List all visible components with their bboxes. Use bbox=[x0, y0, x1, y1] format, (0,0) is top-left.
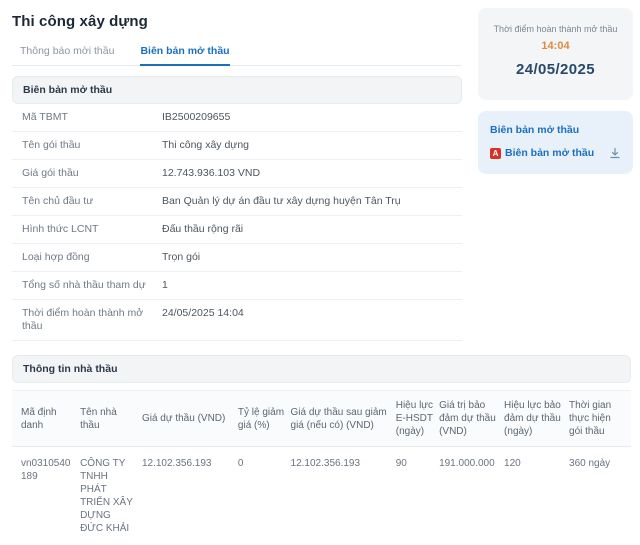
kv-row-ten-chu-dau-tu: Tên chủ đầu tư Ban Quản lý dự án đầu tư … bbox=[12, 188, 462, 216]
kv-label: Mã TBMT bbox=[22, 111, 162, 124]
contractors-table: Mã định danh Tên nhà thầu Giá dự thầu (V… bbox=[12, 390, 631, 545]
kv-value: 24/05/2025 14:04 bbox=[162, 307, 244, 320]
document-card-title: Biên bản mở thầu bbox=[490, 124, 621, 136]
col-gia-tri-bao-dam: Giá trị bảo đảm dự thầu (VND) bbox=[439, 391, 504, 447]
bid-record-document-card: Biên bản mở thầu A Biên bản mở thầu bbox=[478, 111, 633, 174]
kv-value: IB2500209655 bbox=[162, 111, 230, 124]
kv-row-ten-goi-thau: Tên gói thầu Thi công xây dựng bbox=[12, 132, 462, 160]
cell-ten-nha-thau: CÔNG TY TNHH PHÁT TRIỂN XÂY DỰNG ĐỨC KHẢ… bbox=[80, 447, 142, 545]
cell-ty-le-giam-gia: 0 bbox=[238, 447, 291, 545]
contractors-section: Thông tin nhà thầu Mã định danh Tên nhà … bbox=[0, 355, 640, 545]
kv-row-gia-goi-thau: Giá gói thầu 12.743.936.103 VND bbox=[12, 160, 462, 188]
kv-label: Tên chủ đầu tư bbox=[22, 195, 162, 208]
kv-value: Thi công xây dựng bbox=[162, 139, 249, 152]
kv-row-ma-tbmt: Mã TBMT IB2500209655 bbox=[12, 104, 462, 132]
col-ma-dinh-danh: Mã định danh bbox=[12, 391, 80, 447]
completion-date-value: 24/05/2025 bbox=[486, 61, 625, 78]
tab-bar: Thông báo mời thầu Biên bản mở thầu bbox=[12, 41, 462, 66]
bid-record-section-header: Biên bản mở thầu bbox=[12, 76, 462, 104]
kv-label: Giá gói thầu bbox=[22, 167, 162, 180]
page-title: Thi công xây dựng bbox=[12, 13, 462, 30]
kv-value: Đấu thầu rộng rãi bbox=[162, 223, 243, 236]
tab-thong-bao-moi-thau[interactable]: Thông báo mời thầu bbox=[20, 41, 114, 65]
kv-row-thoi-diem-hoan-thanh: Thời điểm hoàn thành mở thầu 24/05/2025 … bbox=[12, 300, 462, 341]
completion-time-label: Thời điểm hoàn thành mở thầu bbox=[486, 24, 625, 34]
kv-label: Thời điểm hoàn thành mở thầu bbox=[22, 307, 162, 333]
col-gia-du-thau-sau-giam: Giá dự thầu sau giảm giá (nếu có) (VND) bbox=[291, 391, 396, 447]
kv-row-hinh-thuc-lcnt: Hình thức LCNT Đấu thầu rộng rãi bbox=[12, 216, 462, 244]
document-file-row[interactable]: A Biên bản mở thầu bbox=[490, 147, 621, 159]
contractors-table-header-row: Mã định danh Tên nhà thầu Giá dự thầu (V… bbox=[12, 391, 631, 447]
completion-time-card: Thời điểm hoàn thành mở thầu 14:04 24/05… bbox=[478, 8, 633, 100]
kv-row-loai-hop-dong: Loại hợp đồng Trọn gói bbox=[12, 244, 462, 272]
cell-gia-du-thau-sau-giam: 12.102.356.193 bbox=[291, 447, 396, 545]
kv-row-tong-so-nha-thau: Tổng số nhà thầu tham dự 1 bbox=[12, 272, 462, 300]
kv-value: Ban Quản lý dự án đầu tư xây dựng huyện … bbox=[162, 195, 401, 208]
kv-value: 12.743.936.103 VND bbox=[162, 167, 260, 180]
tab-bien-ban-mo-thau[interactable]: Biên bản mở thầu bbox=[140, 41, 229, 66]
sidebar: Thời điểm hoàn thành mở thầu 14:04 24/05… bbox=[478, 0, 633, 341]
kv-label: Tên gói thầu bbox=[22, 139, 162, 152]
cell-hieu-luc-bao-dam: 120 bbox=[504, 447, 569, 545]
kv-label: Tổng số nhà thầu tham dự bbox=[22, 279, 162, 292]
document-file-link[interactable]: Biên bản mở thầu bbox=[505, 147, 605, 159]
contractors-section-header: Thông tin nhà thầu bbox=[12, 355, 631, 383]
col-hieu-luc-ehsdt: Hiệu lực E-HSDT (ngày) bbox=[396, 391, 439, 447]
download-button[interactable] bbox=[609, 147, 621, 159]
cell-gia-tri-bao-dam: 191.000.000 bbox=[439, 447, 504, 545]
page-root: Thi công xây dựng Thông báo mời thầu Biê… bbox=[0, 0, 640, 341]
bid-record-rows: Mã TBMT IB2500209655 Tên gói thầu Thi cô… bbox=[12, 104, 462, 341]
main-column: Thi công xây dựng Thông báo mời thầu Biê… bbox=[12, 0, 462, 341]
contractor-row: vn0310540189 CÔNG TY TNHH PHÁT TRIỂN XÂY… bbox=[12, 447, 631, 545]
col-gia-du-thau: Giá dự thầu (VND) bbox=[142, 391, 238, 447]
cell-thoi-gian-thuc-hien: 360 ngày bbox=[569, 447, 631, 545]
col-ty-le-giam-gia: Tỷ lệ giảm giá (%) bbox=[238, 391, 291, 447]
kv-value: Trọn gói bbox=[162, 251, 200, 264]
kv-value: 1 bbox=[162, 279, 168, 292]
cell-ma-dinh-danh: vn0310540189 bbox=[12, 447, 80, 545]
col-thoi-gian-thuc-hien: Thời gian thực hiện gói thầu bbox=[569, 391, 631, 447]
kv-label: Loại hợp đồng bbox=[22, 251, 162, 264]
cell-hieu-luc-ehsdt: 90 bbox=[396, 447, 439, 545]
col-ten-nha-thau: Tên nhà thầu bbox=[80, 391, 142, 447]
completion-time-value: 14:04 bbox=[486, 40, 625, 52]
pdf-file-icon: A bbox=[490, 148, 501, 159]
cell-gia-du-thau: 12.102.356.193 bbox=[142, 447, 238, 545]
col-hieu-luc-bao-dam: Hiệu lực bảo đảm dự thầu (ngày) bbox=[504, 391, 569, 447]
download-icon bbox=[609, 147, 621, 159]
kv-label: Hình thức LCNT bbox=[22, 223, 162, 236]
